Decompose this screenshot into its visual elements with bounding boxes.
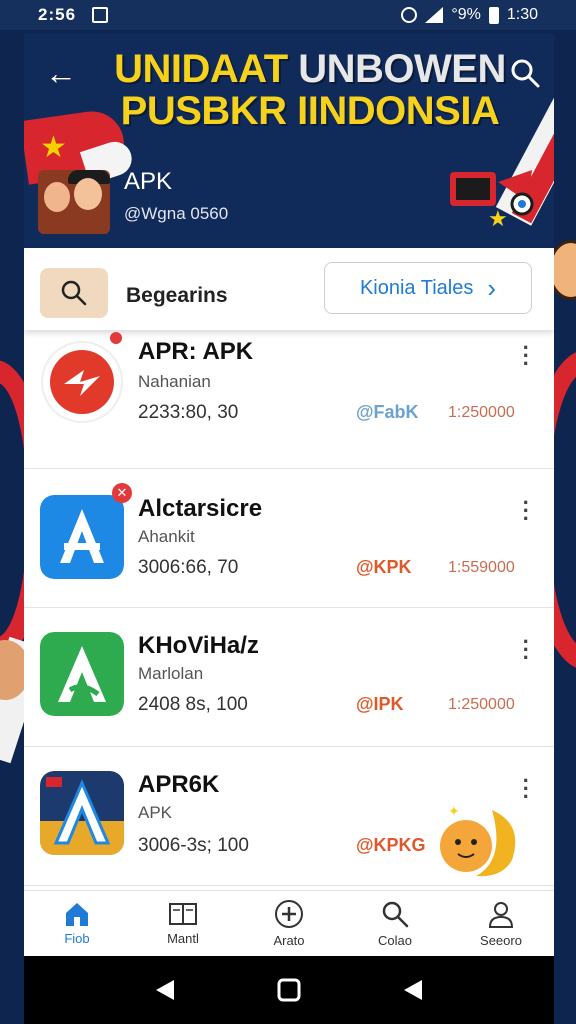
app-count: 1:250000 (448, 404, 515, 421)
nav-item-manual[interactable]: Mantl (130, 891, 236, 956)
category-chip-label: Kionia Tiales (359, 276, 474, 299)
notification-dot (110, 332, 122, 344)
app-icon-green (40, 632, 124, 716)
search-row: Begearins Kionia Tiales › (24, 248, 554, 330)
plus-circle-icon (275, 900, 303, 928)
home-icon (66, 903, 88, 926)
app-count: 1:559000 (448, 559, 515, 576)
status-bar: 2:56 °9% 1:30 (0, 0, 576, 30)
list-item[interactable]: APR: APK Nahanian 2233:80, 30 @FabK 1:25… (24, 330, 554, 469)
signal-icon (425, 7, 444, 23)
nav-label: Arato (273, 933, 305, 948)
home-square-icon[interactable] (277, 978, 301, 1002)
close-badge-icon: ✕ (112, 483, 132, 503)
app-brand: @FabK (356, 402, 419, 422)
app-stat: 2408 8s, 100 (138, 694, 248, 715)
app-name: APR: APK (138, 338, 254, 365)
nav-label: Mantl (167, 931, 199, 946)
nav-label: Seeoro (480, 933, 522, 948)
title-line1-white: UNBOWEN (298, 47, 506, 91)
title-line1-yellow: UNIDAAT (114, 47, 288, 91)
search-button[interactable] (40, 268, 108, 318)
app-subtitle: APK (138, 803, 173, 822)
nav-item-search[interactable]: Colao (342, 891, 448, 956)
app-brand: @IPK (356, 694, 404, 714)
bottom-nav: Fiob Mantl Arato Colao Seeoro (24, 890, 554, 956)
app-window: ★ ← UNIDAAT UNBOWEN PUSBKR IINDONSIA APK… (24, 34, 554, 956)
category-chip[interactable]: Kionia Tiales › (324, 262, 532, 314)
recents-triangle-icon[interactable] (402, 978, 424, 1002)
battery-icon (488, 6, 499, 24)
mascot-character-icon: ✦ (440, 804, 516, 877)
back-triangle-icon[interactable] (154, 978, 176, 1002)
notification-icon (92, 7, 109, 23)
app-icon-navy (40, 771, 124, 855)
nav-item-profile[interactable]: Seeoro (448, 891, 554, 956)
app-brand: @KPKG (356, 835, 426, 855)
app-subtitle: Nahanian (138, 372, 211, 391)
title-line2: PUSBKR IINDONSIA (120, 89, 500, 133)
nav-item-home[interactable]: Fiob (24, 891, 130, 956)
status-clock-right: 1:30 (506, 6, 538, 23)
app-subtitle: Marlolan (138, 664, 204, 683)
nav-label: Colao (378, 933, 412, 948)
chevron-right-icon: › (487, 272, 497, 303)
nav-item-add[interactable]: Arato (236, 891, 342, 956)
nav-label: Fiob (64, 931, 90, 946)
avatar[interactable] (38, 170, 110, 234)
app-name: APR6K (138, 771, 220, 798)
account-name: APK (124, 168, 173, 195)
svg-text:★: ★ (488, 207, 508, 232)
app-stat: 3006:66, 70 (138, 557, 239, 578)
search-icon (382, 901, 409, 928)
list-item[interactable]: KHoViHa/z Marlolan 2408 8s, 100 @IPK 1:2… (24, 608, 554, 747)
search-icon[interactable] (508, 56, 542, 90)
app-icon-red (41, 341, 123, 423)
more-vert-icon[interactable]: · · · (523, 337, 530, 375)
system-nav-bar (24, 956, 554, 1024)
more-vert-icon[interactable]: · · · (523, 770, 530, 808)
book-icon (169, 903, 197, 925)
page-title: UNIDAAT UNBOWEN PUSBKR IINDONSIA (110, 48, 510, 132)
person-icon (488, 902, 514, 928)
star-icon: ★ (40, 131, 67, 164)
alarm-icon (401, 7, 418, 23)
avatar-person-1 (44, 182, 70, 212)
magnifier-icon (61, 280, 87, 306)
account-handle: @Wgna 0560 (124, 204, 229, 223)
app-stat: 3006-3s; 100 (138, 835, 249, 856)
status-time: 2:56 (38, 5, 77, 24)
status-right: °9% 1:30 (401, 6, 538, 24)
app-name: Alctarsicre (138, 495, 263, 522)
back-arrow-icon[interactable]: ← (44, 56, 78, 90)
list-item[interactable]: ✕ Alctarsicre Ahankit 3006:66, 70 @KPK 1… (24, 469, 554, 608)
svg-text:✦: ✦ (448, 804, 460, 820)
app-list: APR: APK Nahanian 2233:80, 30 @FabK 1:25… (24, 330, 554, 886)
app-name: KHoViHa/z (138, 632, 259, 659)
more-vert-icon[interactable]: · · · (523, 492, 530, 530)
more-vert-icon[interactable]: · · · (523, 631, 530, 669)
app-header: ★ ← UNIDAAT UNBOWEN PUSBKR IINDONSIA APK… (24, 34, 554, 248)
app-stat: 2233:80, 30 (138, 402, 239, 423)
app-brand: @KPK (356, 557, 412, 577)
app-count: 1:250000 (448, 696, 515, 713)
app-subtitle: Ahankit (138, 527, 195, 546)
avatar-person-2 (74, 178, 102, 210)
toy-decoration-icon: ★ (450, 170, 534, 232)
app-icon-blue (40, 495, 124, 579)
battery-percent: °9% (451, 6, 481, 23)
search-label: Begearins (126, 284, 228, 307)
